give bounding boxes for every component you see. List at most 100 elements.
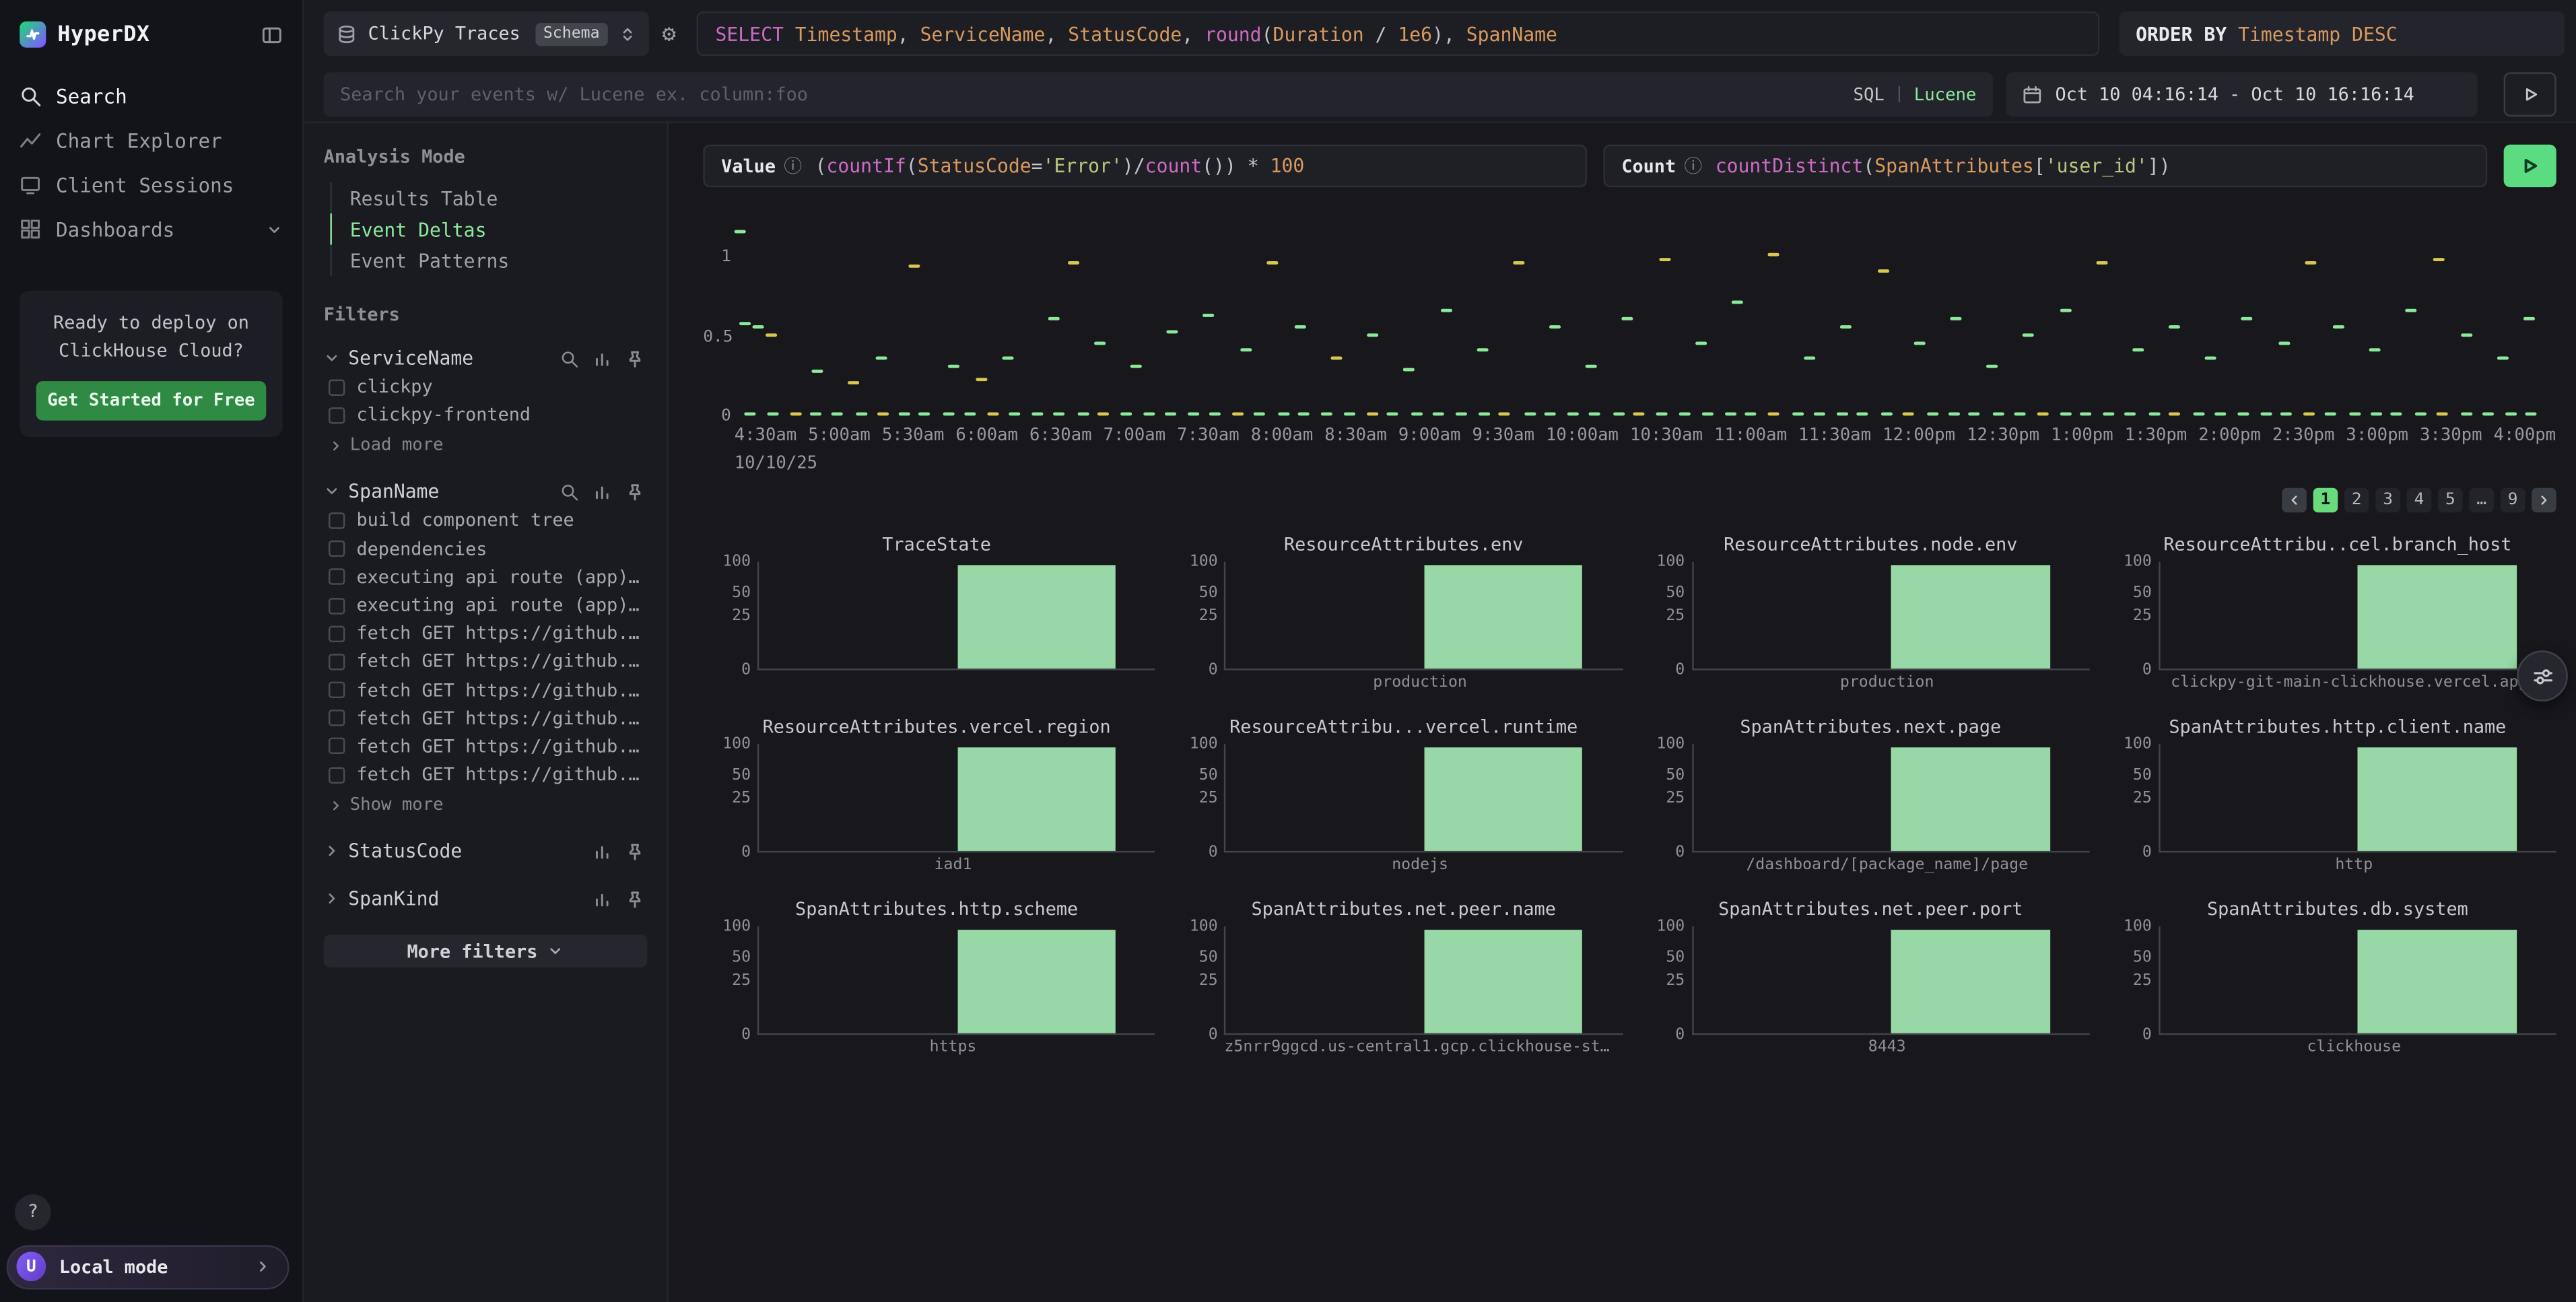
bar[interactable] — [1891, 747, 2049, 851]
facet-option[interactable]: dependencies — [324, 535, 648, 563]
pagination-page-[interactable]: … — [2469, 488, 2494, 513]
chart-icon[interactable] — [593, 349, 611, 368]
facet-option[interactable]: clickpy — [324, 373, 648, 401]
event-deltas-chart[interactable]: 10.50 4:30am5:00am5:30am6:00am6:30am7:00… — [703, 207, 2556, 479]
facet-option[interactable]: fetch GET https://github.… — [324, 676, 648, 704]
bar[interactable] — [1424, 930, 1582, 1033]
sidebar-item-search[interactable]: Search — [0, 74, 302, 118]
facet-option[interactable]: build component tree — [324, 506, 648, 535]
facet-chart-resourceattribu-cel-branch-host[interactable]: ResourceAttribu..cel.branch_host10050250… — [2119, 533, 2556, 715]
gear-icon[interactable]: ⚙ — [662, 22, 676, 45]
facet-option[interactable]: fetch GET https://github.… — [324, 704, 648, 732]
count-expression-input[interactable]: Count ⓘ countDistinct(SpanAttributes['us… — [1603, 145, 2487, 187]
bar[interactable] — [2358, 930, 2516, 1033]
facet-option[interactable]: executing api route (app)… — [324, 563, 648, 591]
facet-chart-resourceattributes-vercel-region[interactable]: ResourceAttributes.vercel.region10050250… — [718, 714, 1155, 897]
facet-option[interactable]: fetch GET https://github.… — [324, 648, 648, 676]
language-toggle-sql[interactable]: SQL — [1854, 85, 1885, 104]
checkbox[interactable] — [329, 710, 345, 726]
chart-icon[interactable] — [593, 890, 611, 908]
analysis-mode-event-deltas[interactable]: Event Deltas — [330, 213, 647, 244]
checkbox[interactable] — [329, 654, 345, 670]
help-button[interactable]: ? — [15, 1194, 51, 1230]
timeline-plot[interactable] — [735, 220, 2556, 415]
bar[interactable] — [1424, 565, 1582, 669]
value-expression-input[interactable]: Value ⓘ (countIf(StatusCode='Error')/cou… — [703, 145, 1587, 187]
facet-chart-spanattributes-db-system[interactable]: SpanAttributes.db.system10050250clickhou… — [2119, 897, 2556, 1079]
facet-option[interactable]: fetch GET https://github.… — [324, 761, 648, 789]
bar[interactable] — [957, 747, 1116, 851]
bar[interactable] — [2358, 747, 2516, 851]
facet-chart-resourceattribu-vercel-runtime[interactable]: ResourceAttribu...vercel.runtime10050250… — [1185, 714, 1623, 897]
facet-chart-spanattributes-next-page[interactable]: SpanAttributes.next.page10050250/dashboa… — [1652, 714, 2089, 897]
source-select[interactable]: ClickPy Traces Schema — [324, 11, 649, 56]
facet-chart-spanattributes-http-client-name[interactable]: SpanAttributes.http.client.name10050250h… — [2119, 714, 2556, 897]
facet-chart-spanattributes-http-scheme[interactable]: SpanAttributes.http.scheme10050250https — [718, 897, 1155, 1079]
facet-option[interactable]: fetch GET https://github.… — [324, 732, 648, 761]
sidebar-item-dashboards[interactable]: Dashboards — [0, 207, 302, 251]
bar[interactable] — [957, 565, 1116, 669]
chart-icon[interactable] — [593, 842, 611, 860]
checkbox[interactable] — [329, 541, 345, 557]
checkbox[interactable] — [329, 379, 345, 395]
sidebar-item-client-sessions[interactable]: Client Sessions — [0, 163, 302, 207]
sql-editor[interactable]: SELECT Timestamp, ServiceName, StatusCod… — [698, 11, 2100, 56]
checkbox[interactable] — [329, 407, 345, 423]
facet-group-statuscode[interactable]: StatusCode — [324, 837, 648, 866]
facet-group-servicename[interactable]: ServiceName — [324, 343, 648, 373]
search-icon[interactable] — [560, 483, 578, 501]
facet-chart-spanattributes-net-peer-name[interactable]: SpanAttributes.net.peer.name10050250z5nr… — [1185, 897, 1623, 1079]
facet-option[interactable]: executing api route (app)… — [324, 591, 648, 619]
checkbox[interactable] — [329, 512, 345, 528]
pagination-page-5[interactable]: 5 — [2438, 488, 2463, 513]
bar[interactable] — [2358, 565, 2516, 669]
get-started-button[interactable]: Get Started for Free — [36, 381, 267, 421]
pin-icon[interactable] — [626, 349, 644, 368]
pagination-page-9[interactable]: 9 — [2501, 488, 2526, 513]
search-run-button[interactable] — [2504, 72, 2556, 116]
more-filters-button[interactable]: More filters — [324, 935, 648, 968]
facet-chart-spanattributes-net-peer-port[interactable]: SpanAttributes.net.peer.port100502508443 — [1652, 897, 2089, 1079]
checkbox[interactable] — [329, 625, 345, 642]
facet-group-spankind[interactable]: SpanKind — [324, 884, 648, 914]
bar[interactable] — [1424, 747, 1582, 851]
show-more-button[interactable]: Show more — [324, 792, 648, 819]
pagination-page-2[interactable]: 2 — [2344, 488, 2369, 513]
pagination-page-3[interactable]: 3 — [2375, 488, 2400, 513]
bar[interactable] — [957, 930, 1116, 1033]
facet-chart-resourceattributes-node-env[interactable]: ResourceAttributes.node.env10050250produ… — [1652, 533, 2089, 715]
analysis-mode-results-table[interactable]: Results Table — [330, 182, 647, 213]
checkbox[interactable] — [329, 597, 345, 613]
checkbox[interactable] — [329, 569, 345, 585]
sidebar-item-chart-explorer[interactable]: Chart Explorer — [0, 118, 302, 163]
search-input[interactable] — [340, 83, 1843, 105]
facet-group-spanname[interactable]: SpanName — [324, 477, 648, 507]
pagination-page-4[interactable]: 4 — [2407, 488, 2432, 513]
analysis-mode-event-patterns[interactable]: Event Patterns — [330, 245, 647, 276]
bar[interactable] — [1891, 565, 2049, 669]
sidebar-collapse-icon[interactable] — [261, 24, 283, 45]
checkbox[interactable] — [329, 682, 345, 698]
pagination-next[interactable] — [2532, 488, 2556, 513]
chart-icon[interactable] — [593, 483, 611, 501]
pin-icon[interactable] — [626, 890, 644, 908]
load-more-button[interactable]: Load more — [324, 433, 648, 459]
pagination-page-1[interactable]: 1 — [2313, 488, 2338, 513]
order-by-editor[interactable]: ORDER BY Timestamp DESC — [2120, 11, 2565, 56]
pin-icon[interactable] — [626, 483, 644, 501]
pin-icon[interactable] — [626, 842, 644, 860]
facet-chart-tracestate[interactable]: TraceState10050250 — [718, 533, 1155, 715]
facet-option[interactable]: fetch GET https://github.… — [324, 619, 648, 648]
checkbox[interactable] — [329, 767, 345, 783]
run-query-button[interactable] — [2504, 145, 2556, 187]
local-mode-button[interactable]: U Local mode — [7, 1245, 290, 1289]
checkbox[interactable] — [329, 739, 345, 755]
facet-option[interactable]: clickpy-frontend — [324, 401, 648, 430]
date-range-picker[interactable]: Oct 10 04:16:14 - Oct 10 16:16:14 — [2006, 72, 2477, 116]
pagination-prev[interactable] — [2282, 488, 2307, 513]
search-icon[interactable] — [560, 349, 578, 368]
language-toggle-lucene[interactable]: Lucene — [1914, 85, 1977, 104]
facet-chart-resourceattributes-env[interactable]: ResourceAttributes.env10050250production — [1185, 533, 1623, 715]
chart-settings-floating-button[interactable] — [2517, 650, 2568, 701]
bar[interactable] — [1891, 930, 2049, 1033]
